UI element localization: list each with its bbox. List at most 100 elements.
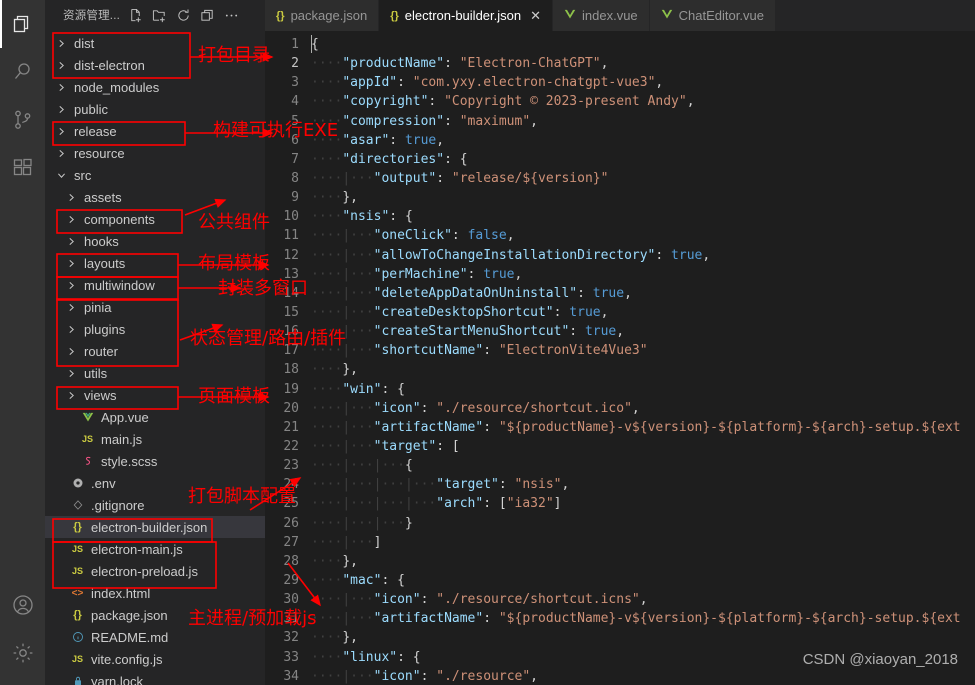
code-line[interactable]: ····|···"createStartMenuShortcut": true, bbox=[311, 322, 975, 341]
chevron-right-icon[interactable] bbox=[63, 280, 79, 291]
code-line[interactable]: ····}, bbox=[311, 360, 975, 379]
code-line[interactable]: ····}, bbox=[311, 552, 975, 571]
chevron-right-icon[interactable] bbox=[63, 368, 79, 379]
tree-item-public[interactable]: public bbox=[45, 98, 265, 120]
chevron-right-icon[interactable] bbox=[53, 104, 69, 115]
tree-item-assets[interactable]: assets bbox=[45, 186, 265, 208]
activity-item-explorer[interactable] bbox=[0, 0, 45, 48]
tree-item-vite-config-js[interactable]: JS vite.config.js bbox=[45, 648, 265, 670]
code-line[interactable]: ····|···"icon": "./resource/shortcut.icn… bbox=[311, 590, 975, 609]
code-line[interactable]: ····|···"shortcutName": "ElectronVite4Vu… bbox=[311, 341, 975, 360]
chevron-right-icon[interactable] bbox=[63, 324, 79, 335]
code-line[interactable]: ····|···"allowToChangeInstallationDirect… bbox=[311, 246, 975, 265]
chevron-right-icon[interactable] bbox=[63, 390, 79, 401]
tree-item-style-scss[interactable]: style.scss bbox=[45, 450, 265, 472]
editor-tab-package-json[interactable]: {} package.json bbox=[265, 0, 380, 31]
tree-item-pinia[interactable]: pinia bbox=[45, 296, 265, 318]
code-line[interactable]: ····"asar": true, bbox=[311, 131, 975, 150]
chevron-right-icon[interactable] bbox=[63, 236, 79, 247]
code-line[interactable]: ····"productName": "Electron-ChatGPT", bbox=[311, 54, 975, 73]
tree-item-router[interactable]: router bbox=[45, 340, 265, 362]
tree-item-readme-md[interactable]: README.md bbox=[45, 626, 265, 648]
tree-item-node_modules[interactable]: node_modules bbox=[45, 76, 265, 98]
tree-item-src[interactable]: src bbox=[45, 164, 265, 186]
collapse-all-icon[interactable] bbox=[200, 8, 215, 23]
tree-item--gitignore[interactable]: .gitignore bbox=[45, 494, 265, 516]
chevron-right-icon[interactable] bbox=[53, 148, 69, 159]
code-line[interactable]: ····"directories": { bbox=[311, 150, 975, 169]
more-actions-icon[interactable] bbox=[224, 8, 239, 23]
code-line[interactable]: ····|···"artifactName": "${productName}-… bbox=[311, 418, 975, 437]
activity-item-search[interactable] bbox=[0, 48, 45, 96]
tree-item-package-json[interactable]: {} package.json bbox=[45, 604, 265, 626]
tree-item-views[interactable]: views bbox=[45, 384, 265, 406]
editor-tab-electron-builder-json[interactable]: {} electron-builder.json ✕ bbox=[379, 0, 554, 31]
new-folder-icon[interactable] bbox=[152, 8, 167, 23]
tree-item-app-vue[interactable]: App.vue bbox=[45, 406, 265, 428]
code-line[interactable]: ····|···|···|···"arch": ["ia32"] bbox=[311, 494, 975, 513]
tree-item-plugins[interactable]: plugins bbox=[45, 318, 265, 340]
refresh-icon[interactable] bbox=[176, 8, 191, 23]
tree-item-release[interactable]: release bbox=[45, 120, 265, 142]
code-line[interactable]: ····"nsis": { bbox=[311, 207, 975, 226]
tree-item-electron-builder-json[interactable]: {} electron-builder.json bbox=[45, 516, 265, 538]
new-file-icon[interactable] bbox=[128, 8, 143, 23]
tree-item-yarn-lock[interactable]: yarn.lock bbox=[45, 670, 265, 685]
tree-item-main-js[interactable]: JS main.js bbox=[45, 428, 265, 450]
tree-item-resource[interactable]: resource bbox=[45, 142, 265, 164]
code-line[interactable]: ····|···"output": "release/${version}" bbox=[311, 169, 975, 188]
code-line[interactable]: { bbox=[311, 35, 975, 54]
tree-item-utils[interactable]: utils bbox=[45, 362, 265, 384]
editor-tab-index-vue[interactable]: index.vue bbox=[553, 0, 650, 31]
code-line[interactable]: ····|···"target": [ bbox=[311, 437, 975, 456]
code-line[interactable]: ····|···|···|···"target": "nsis", bbox=[311, 475, 975, 494]
chevron-right-icon[interactable] bbox=[63, 214, 79, 225]
tree-item-dist-electron[interactable]: dist-electron bbox=[45, 54, 265, 76]
chevron-right-icon[interactable] bbox=[53, 126, 69, 137]
code-line[interactable]: ····|···"oneClick": false, bbox=[311, 226, 975, 245]
tree-item-index-html[interactable]: <> index.html bbox=[45, 582, 265, 604]
code-editor[interactable]: 1 2 3 4 5 6 7 8 9 10 11 12 13 14 15 16 17 18 19 20 21 22 23 24 2… bbox=[265, 31, 975, 685]
code-line[interactable]: ····|···"artifactName": "${productName}-… bbox=[311, 609, 975, 628]
chevron-right-icon[interactable] bbox=[63, 192, 79, 203]
code-content[interactable]: {····"productName": "Electron-ChatGPT", ·… bbox=[311, 31, 975, 685]
code-line[interactable]: ····|···"perMachine": true, bbox=[311, 265, 975, 284]
file-tree[interactable]: dist dist-electron node_modules public relea… bbox=[45, 30, 265, 685]
tree-item-electron-preload-js[interactable]: JS electron-preload.js bbox=[45, 560, 265, 582]
tree-item-components[interactable]: components bbox=[45, 208, 265, 230]
chevron-right-icon[interactable] bbox=[63, 302, 79, 313]
chevron-right-icon[interactable] bbox=[53, 82, 69, 93]
code-line[interactable]: ····|···"deleteAppDataOnUninstall": true… bbox=[311, 284, 975, 303]
code-line[interactable]: ····|···|···} bbox=[311, 514, 975, 533]
tree-item--env[interactable]: .env bbox=[45, 472, 265, 494]
tree-item-hooks[interactable]: hooks bbox=[45, 230, 265, 252]
activity-item-accounts[interactable] bbox=[0, 581, 45, 629]
code-line[interactable]: ····}, bbox=[311, 188, 975, 207]
activity-item-extensions[interactable] bbox=[0, 144, 45, 192]
tree-item-dist[interactable]: dist bbox=[45, 32, 265, 54]
code-line[interactable]: ····"appId": "com.yxy.electron-chatgpt-v… bbox=[311, 73, 975, 92]
chevron-right-icon[interactable] bbox=[63, 258, 79, 269]
code-line[interactable]: ····|···"icon": "./resource/shortcut.ico… bbox=[311, 399, 975, 418]
code-line[interactable]: ····|···] bbox=[311, 533, 975, 552]
code-line[interactable]: ····}, bbox=[311, 628, 975, 647]
chevron-down-icon[interactable] bbox=[53, 170, 69, 181]
code-line[interactable]: ····"win": { bbox=[311, 380, 975, 399]
chevron-right-icon[interactable] bbox=[53, 38, 69, 49]
code-line[interactable]: ····"copyright": "Copyright © 2023-prese… bbox=[311, 92, 975, 111]
editor-tab-bar[interactable]: {} package.json {} electron-builder.json ✕ in… bbox=[265, 0, 975, 31]
code-line[interactable]: ····|···"createDesktopShortcut": true, bbox=[311, 303, 975, 322]
activity-item-settings[interactable] bbox=[0, 629, 45, 677]
tree-item-layouts[interactable]: layouts bbox=[45, 252, 265, 274]
chevron-right-icon[interactable] bbox=[63, 346, 79, 357]
tree-item-electron-main-js[interactable]: JS electron-main.js bbox=[45, 538, 265, 560]
code-line[interactable]: ····"linux": { bbox=[311, 648, 975, 667]
chevron-right-icon[interactable] bbox=[53, 60, 69, 71]
code-line[interactable]: ····"mac": { bbox=[311, 571, 975, 590]
editor-tab-chateditor-vue[interactable]: ChatEditor.vue bbox=[649, 0, 776, 31]
code-line[interactable]: ····"compression": "maximum", bbox=[311, 112, 975, 131]
code-line[interactable]: ····|···"icon": "./resource", bbox=[311, 667, 975, 685]
activity-item-source-control[interactable] bbox=[0, 96, 45, 144]
close-icon[interactable]: ✕ bbox=[530, 8, 541, 24]
tree-item-multiwindow[interactable]: multiwindow bbox=[45, 274, 265, 296]
